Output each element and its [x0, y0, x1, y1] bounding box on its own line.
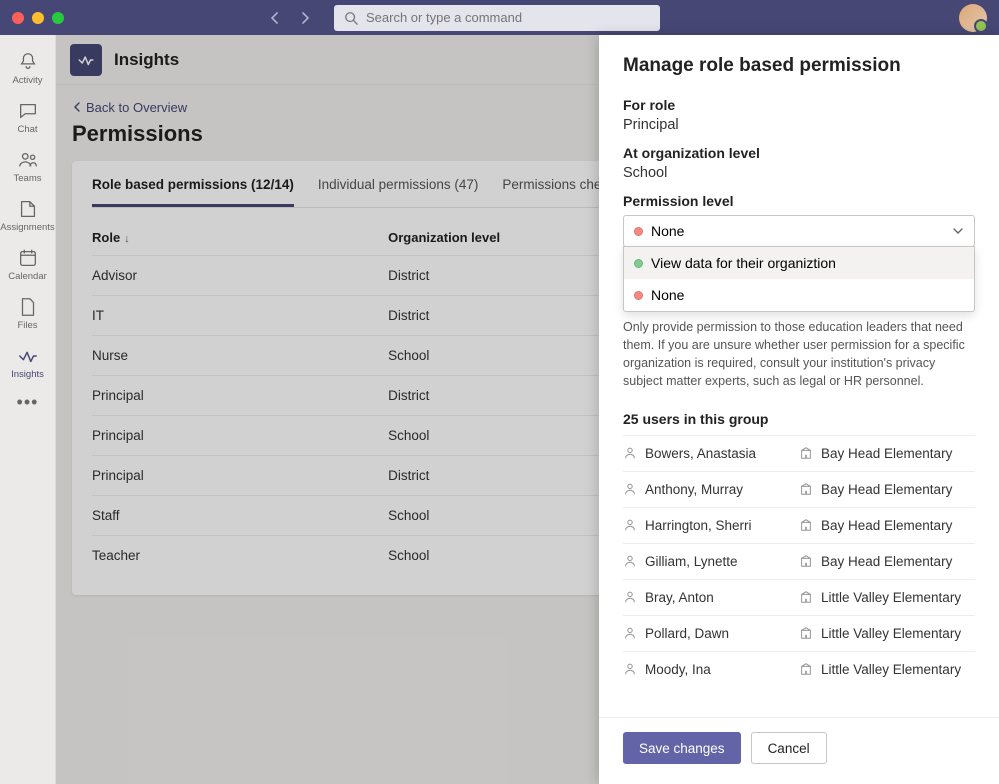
- person-icon: [623, 554, 637, 568]
- panel-footer: Save changes Cancel: [599, 717, 999, 784]
- person-icon: [623, 626, 637, 640]
- building-icon: [799, 446, 813, 460]
- app-rail: Activity Chat Teams Assignments Calendar…: [0, 35, 56, 784]
- at-level-label: At organization level: [623, 145, 975, 161]
- window-controls: [12, 12, 64, 24]
- user-school: Little Valley Elementary: [799, 626, 975, 641]
- permission-level-select[interactable]: None: [623, 215, 975, 247]
- nav-more[interactable]: •••: [17, 392, 39, 413]
- user-name: Bowers, Anastasia: [623, 446, 799, 461]
- chat-icon: [17, 100, 39, 122]
- user-avatar[interactable]: [959, 4, 987, 32]
- permission-help-text: Only provide permission to those educati…: [623, 318, 975, 391]
- teams-icon: [17, 149, 39, 171]
- user-name: Pollard, Dawn: [623, 626, 799, 641]
- nav-assignments[interactable]: Assignments: [0, 192, 56, 241]
- nav-label: Teams: [14, 173, 42, 184]
- nav-insights[interactable]: Insights: [0, 339, 56, 388]
- user-name: Anthony, Murray: [623, 482, 799, 497]
- dropdown-option[interactable]: View data for their organiztion: [624, 247, 974, 279]
- files-icon: [17, 296, 39, 318]
- user-name: Bray, Anton: [623, 590, 799, 605]
- user-school: Bay Head Elementary: [799, 446, 975, 461]
- status-dot-icon: [634, 291, 643, 300]
- assignments-icon: [17, 198, 39, 220]
- user-name: Moody, Ina: [623, 662, 799, 677]
- user-school: Bay Head Elementary: [799, 482, 975, 497]
- user-school: Little Valley Elementary: [799, 662, 975, 677]
- user-row: Harrington, SherriBay Head Elementary: [623, 507, 975, 543]
- nav-label: Insights: [11, 369, 44, 380]
- user-school: Bay Head Elementary: [799, 518, 975, 533]
- building-icon: [799, 554, 813, 568]
- calendar-icon: [17, 247, 39, 269]
- user-row: Moody, InaLittle Valley Elementary: [623, 651, 975, 687]
- user-row: Bray, AntonLittle Valley Elementary: [623, 579, 975, 615]
- status-dot-icon: [634, 259, 643, 268]
- dropdown-option[interactable]: None: [624, 279, 974, 311]
- user-row: Anthony, MurrayBay Head Elementary: [623, 471, 975, 507]
- nav-chat[interactable]: Chat: [0, 94, 56, 143]
- person-icon: [623, 482, 637, 496]
- user-row: Pollard, DawnLittle Valley Elementary: [623, 615, 975, 651]
- nav-label: Assignments: [0, 222, 54, 233]
- building-icon: [799, 590, 813, 604]
- nav-activity[interactable]: Activity: [0, 45, 56, 94]
- building-icon: [799, 626, 813, 640]
- at-level-value: School: [623, 165, 975, 181]
- nav-label: Activity: [12, 75, 42, 86]
- nav-label: Files: [17, 320, 37, 331]
- nav-calendar[interactable]: Calendar: [0, 241, 56, 290]
- search-icon: [344, 11, 358, 25]
- maximize-window[interactable]: [52, 12, 64, 24]
- selected-option: None: [651, 223, 684, 239]
- save-button[interactable]: Save changes: [623, 732, 741, 764]
- user-row: Gilliam, LynetteBay Head Elementary: [623, 543, 975, 579]
- user-row: Bowers, AnastasiaBay Head Elementary: [623, 435, 975, 471]
- permission-dropdown: View data for their organiztionNone: [623, 246, 975, 312]
- minimize-window[interactable]: [32, 12, 44, 24]
- building-icon: [799, 518, 813, 532]
- building-icon: [799, 662, 813, 676]
- chevron-down-icon: [952, 225, 964, 237]
- for-role-label: For role: [623, 97, 975, 113]
- back-button[interactable]: [262, 5, 288, 31]
- forward-button[interactable]: [292, 5, 318, 31]
- nav-files[interactable]: Files: [0, 290, 56, 339]
- users-group-title: 25 users in this group: [623, 411, 975, 427]
- user-name: Harrington, Sherri: [623, 518, 799, 533]
- close-window[interactable]: [12, 12, 24, 24]
- person-icon: [623, 662, 637, 676]
- search-bar[interactable]: [334, 5, 660, 31]
- for-role-value: Principal: [623, 117, 975, 133]
- bell-icon: [17, 51, 39, 73]
- user-school: Little Valley Elementary: [799, 590, 975, 605]
- person-icon: [623, 590, 637, 604]
- nav-label: Calendar: [8, 271, 47, 282]
- user-name: Gilliam, Lynette: [623, 554, 799, 569]
- building-icon: [799, 482, 813, 496]
- cancel-button[interactable]: Cancel: [751, 732, 827, 764]
- history-nav: [262, 5, 318, 31]
- side-panel: Manage role based permission For role Pr…: [599, 35, 999, 784]
- nav-label: Chat: [17, 124, 37, 135]
- titlebar: [0, 0, 999, 35]
- person-icon: [623, 446, 637, 460]
- status-dot-icon: [634, 227, 643, 236]
- nav-teams[interactable]: Teams: [0, 143, 56, 192]
- insights-icon: [17, 345, 39, 367]
- search-input[interactable]: [366, 10, 650, 25]
- panel-title: Manage role based permission: [623, 55, 975, 77]
- user-school: Bay Head Elementary: [799, 554, 975, 569]
- permission-level-label: Permission level: [623, 193, 975, 209]
- person-icon: [623, 518, 637, 532]
